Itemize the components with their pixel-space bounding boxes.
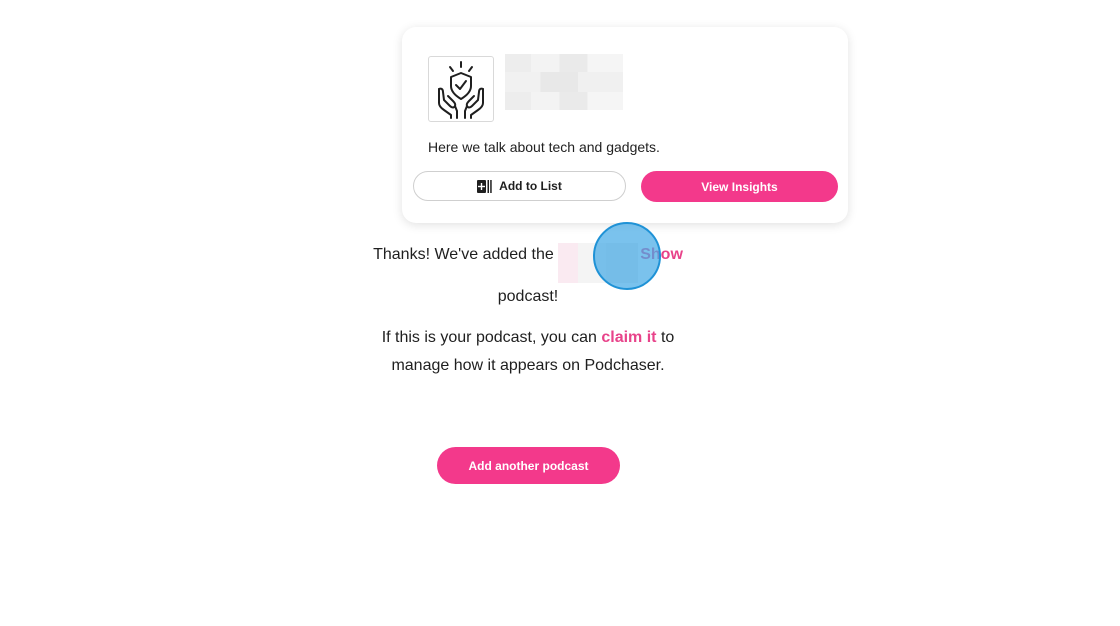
add-to-list-button[interactable]: Add to List	[413, 171, 626, 201]
podcast-name-link[interactable]: Show	[640, 246, 683, 263]
podcast-description: Here we talk about tech and gadgets.	[428, 139, 660, 155]
view-insights-button[interactable]: View Insights	[641, 171, 838, 202]
success-message-line1: Thanks! We've added the Show	[0, 241, 1056, 283]
page: Here we talk about tech and gadgets. Add…	[0, 0, 1120, 626]
add-another-podcast-button[interactable]: Add another podcast	[437, 447, 620, 484]
claim-it-link[interactable]: claim it	[601, 329, 656, 346]
claim-message-line2: manage how it appears on Podchaser.	[391, 357, 665, 374]
podcast-title-redacted	[505, 54, 623, 110]
claim-message-to: to	[660, 329, 675, 346]
podcast-name-redacted	[558, 243, 639, 283]
success-message-suffix: podcast!	[497, 288, 559, 305]
claim-message-prefix: If this is your podcast, you can	[381, 329, 597, 346]
success-message-prefix: Thanks! We've added the	[373, 246, 554, 263]
success-message: Thanks! We've added the Show podcast!	[0, 241, 1056, 311]
hands-shield-check-icon	[438, 61, 484, 119]
add-to-list-label: Add to List	[499, 179, 562, 193]
claim-message: If this is your podcast, you can claim i…	[0, 324, 1056, 380]
podcast-card: Here we talk about tech and gadgets. Add…	[402, 27, 848, 223]
podcast-cover[interactable]	[428, 56, 494, 122]
playlist-add-icon	[477, 179, 492, 193]
